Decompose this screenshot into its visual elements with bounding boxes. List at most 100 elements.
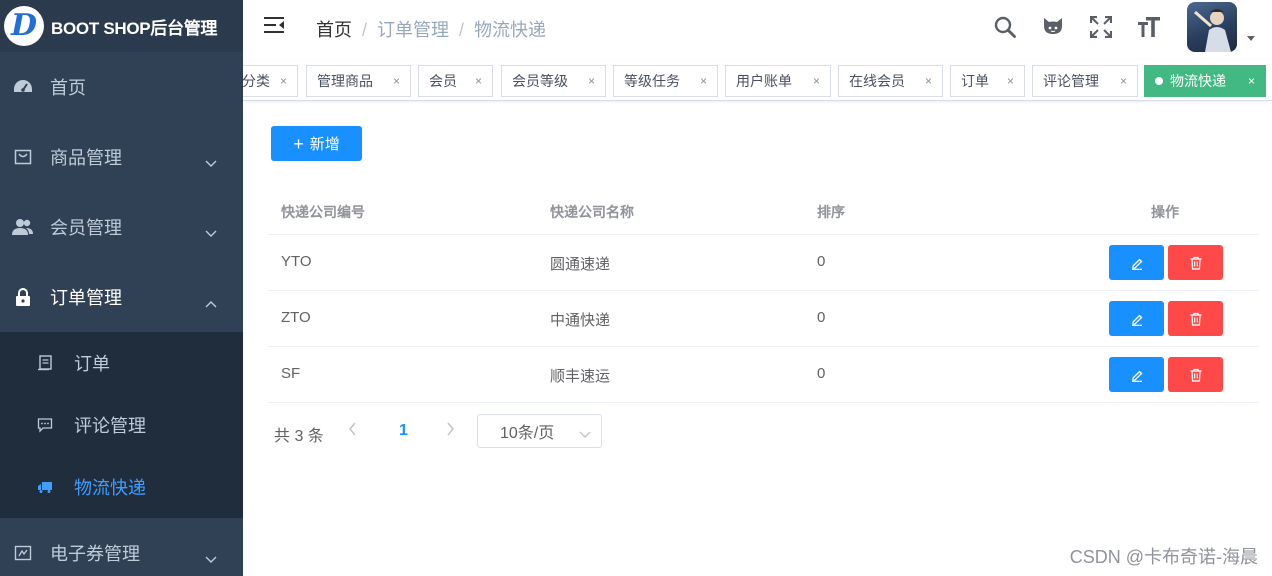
- breadcrumb-home[interactable]: 首页: [316, 20, 352, 40]
- chevron-right-icon[interactable]: [446, 422, 455, 441]
- close-icon[interactable]: ×: [1007, 74, 1014, 88]
- page-size-select[interactable]: 10条/页: [477, 414, 602, 448]
- column-header-ops: 操作: [1151, 204, 1179, 220]
- tag-members[interactable]: 会员 ×: [418, 65, 493, 97]
- column-header-name: 快递公司名称: [550, 204, 634, 220]
- tag-manage-products[interactable]: 管理商品 ×: [306, 65, 411, 97]
- edit-button[interactable]: [1109, 301, 1164, 336]
- close-icon[interactable]: ×: [925, 74, 932, 88]
- tags-view: 分类 × 管理商品 × 会员 × 会员等级 × 等级任务 × 用户账单 × 在线会员 × 订单…: [243, 60, 1272, 101]
- logistics-table: 快递公司编号 快递公司名称 排序 操作 YTO 圆通速递 0 ZTO 中通快递 …: [268, 186, 1259, 403]
- pagination-total: 共 3 条: [274, 428, 324, 445]
- edit-icon: [1131, 314, 1142, 326]
- sidebar-item-label: 商品管理: [50, 148, 122, 168]
- tag-label: 在线会员: [849, 73, 905, 89]
- sidebar-item-products[interactable]: 商品管理: [0, 122, 243, 192]
- add-button[interactable]: + 新增: [271, 126, 362, 161]
- tag-member-levels[interactable]: 会员等级 ×: [501, 65, 606, 97]
- watermark: CSDN @卡布奇诺-海晨: [1069, 547, 1258, 567]
- users-icon: [12, 216, 34, 238]
- table-row: ZTO 中通快递 0: [268, 291, 1259, 347]
- hamburger-icon[interactable]: [263, 16, 287, 38]
- tag-level-tasks[interactable]: 等级任务 ×: [613, 65, 718, 97]
- tag-user-bills[interactable]: 用户账单 ×: [725, 65, 831, 97]
- tag-label: 管理商品: [317, 73, 373, 89]
- cell-sort: 0: [817, 309, 826, 326]
- close-icon[interactable]: ×: [700, 74, 707, 88]
- edit-button[interactable]: [1109, 245, 1164, 280]
- column-header-code: 快递公司编号: [281, 204, 365, 220]
- page-number[interactable]: 1: [399, 422, 408, 440]
- close-icon[interactable]: ×: [393, 74, 400, 88]
- sidebar-subitem-label: 物流快递: [74, 478, 146, 498]
- orders-submenu: 订单 评论管理 物流快递: [0, 332, 243, 518]
- delete-button[interactable]: [1168, 245, 1223, 280]
- tag-comments[interactable]: 评论管理 ×: [1032, 65, 1138, 97]
- tag-category[interactable]: 分类 ×: [243, 65, 298, 97]
- logo-icon: D: [4, 6, 44, 46]
- breadcrumb: 首页 / 订单管理 / 物流快递: [316, 16, 546, 42]
- page-size-value: 10条/页: [500, 425, 555, 442]
- cell-name: 圆通速递: [550, 256, 611, 273]
- logo[interactable]: D BOOT SHOP后台管理: [0, 0, 243, 52]
- close-icon[interactable]: ×: [475, 74, 482, 88]
- cell-sort: 0: [817, 365, 826, 382]
- close-icon[interactable]: ×: [1120, 74, 1127, 88]
- search-icon[interactable]: [992, 14, 1018, 40]
- sidebar: D BOOT SHOP后台管理 首页 商品管理 会员管理 订单管理 订单 评论管…: [0, 0, 243, 576]
- chevron-down-icon: [579, 426, 591, 444]
- comment-icon: [36, 416, 54, 434]
- fullscreen-icon[interactable]: [1088, 14, 1114, 40]
- caret-down-icon[interactable]: [1247, 36, 1255, 41]
- sidebar-item-label: 首页: [50, 78, 86, 98]
- document-icon: [36, 354, 54, 372]
- tag-logistics[interactable]: 物流快递 ×: [1144, 65, 1266, 97]
- close-icon[interactable]: ×: [588, 74, 595, 88]
- close-icon[interactable]: ×: [1248, 74, 1255, 88]
- sidebar-item-orders[interactable]: 订单管理: [0, 262, 243, 332]
- sidebar-item-coupons[interactable]: 电子券管理: [0, 518, 243, 576]
- navbar: 首页 / 订单管理 / 物流快递: [243, 0, 1272, 55]
- trash-icon: [1190, 368, 1201, 382]
- tag-label: 会员: [429, 73, 457, 89]
- github-icon[interactable]: [1040, 14, 1066, 40]
- table-header: 快递公司编号 快递公司名称 排序 操作: [268, 186, 1259, 235]
- avatar[interactable]: [1187, 2, 1237, 52]
- close-icon[interactable]: ×: [813, 74, 820, 88]
- sidebar-item-comments[interactable]: 评论管理: [0, 394, 243, 456]
- delete-button[interactable]: [1168, 357, 1223, 392]
- tag-label: 评论管理: [1043, 73, 1099, 89]
- sidebar-item-order[interactable]: 订单: [0, 332, 243, 394]
- cell-code: YTO: [281, 253, 312, 270]
- active-dot-icon: [1155, 77, 1163, 85]
- chevron-down-icon: [205, 222, 217, 243]
- edit-button[interactable]: [1109, 357, 1164, 392]
- tag-label: 会员等级: [512, 73, 568, 89]
- plus-icon: +: [293, 133, 304, 154]
- lock-icon: [12, 286, 34, 308]
- tag-online-members[interactable]: 在线会员 ×: [838, 65, 943, 97]
- tag-orders[interactable]: 订单 ×: [950, 65, 1025, 97]
- breadcrumb-separator: /: [459, 20, 465, 40]
- shopping-bag-icon: [12, 146, 34, 168]
- chevron-down-icon: [205, 152, 217, 173]
- app-title: BOOT SHOP后台管理: [51, 18, 218, 38]
- close-icon[interactable]: ×: [280, 74, 287, 88]
- chevron-left-icon[interactable]: [348, 422, 357, 441]
- sidebar-item-members[interactable]: 会员管理: [0, 192, 243, 262]
- dashboard-icon: [12, 76, 34, 98]
- sidebar-item-home[interactable]: 首页: [0, 52, 243, 122]
- truck-icon: [36, 478, 54, 496]
- coupon-icon: [12, 542, 34, 564]
- cell-name: 顺丰速运: [550, 368, 611, 385]
- sidebar-subitem-label: 评论管理: [74, 416, 146, 436]
- trash-icon: [1190, 312, 1201, 326]
- sidebar-item-logistics[interactable]: 物流快递: [0, 456, 243, 518]
- chevron-up-icon: [205, 292, 217, 313]
- delete-button[interactable]: [1168, 301, 1223, 336]
- sidebar-item-label: 会员管理: [50, 218, 122, 238]
- sidebar-item-label: 电子券管理: [50, 544, 140, 564]
- cell-name: 中通快递: [550, 312, 611, 329]
- font-size-icon[interactable]: [1136, 14, 1162, 40]
- breadcrumb-current: 物流快递: [474, 20, 547, 40]
